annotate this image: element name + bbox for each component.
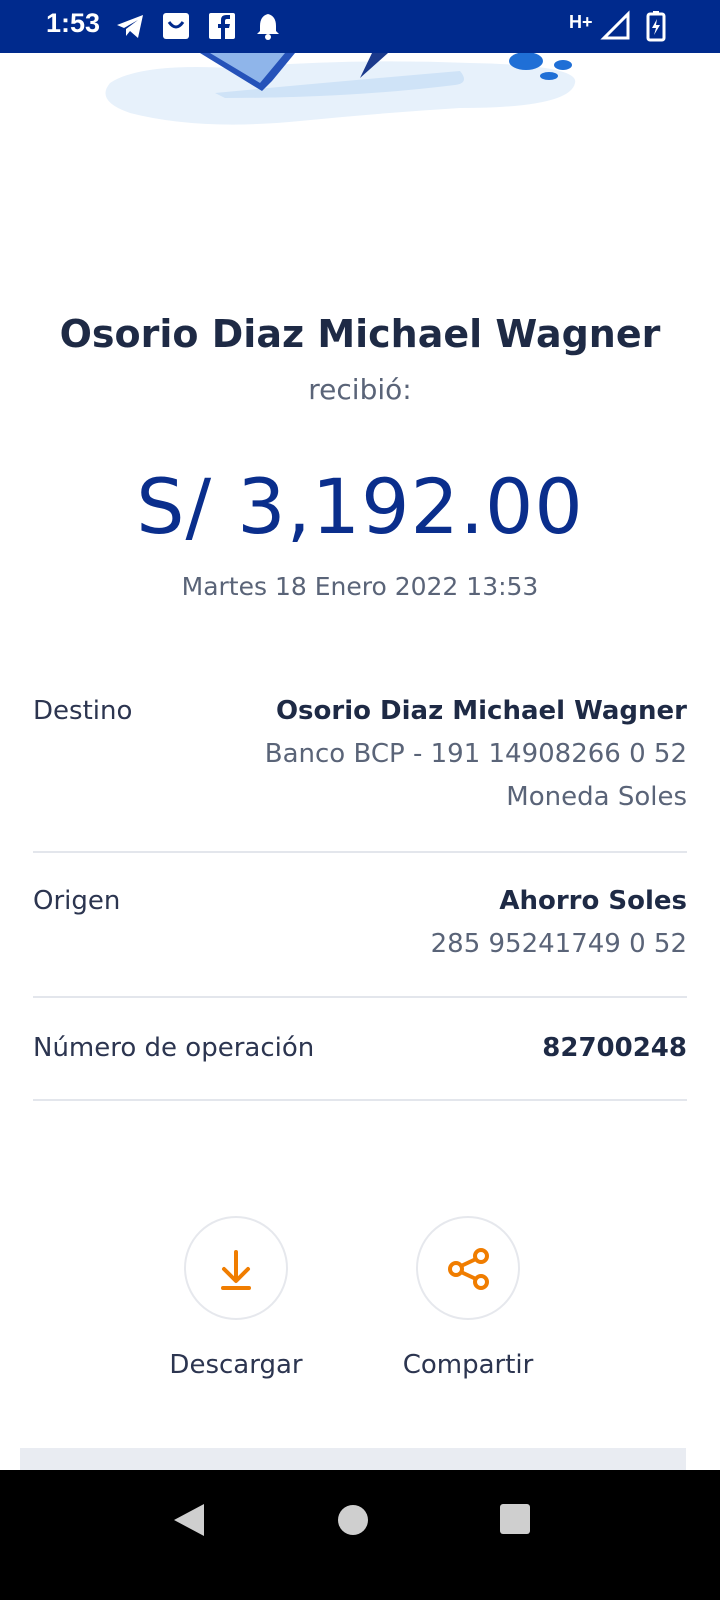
signal-icon — [600, 10, 630, 40]
divider — [33, 1099, 687, 1101]
shopping-bag-icon — [163, 13, 189, 39]
origin-label: Origen — [33, 886, 121, 916]
transfer-illustration — [105, 53, 576, 125]
notification-bell-icon — [257, 14, 279, 40]
destination-label: Destino — [33, 696, 133, 726]
status-bar: 1:53 H+ — [0, 0, 720, 53]
origin-account-number: 285 95241749 0 52 — [430, 929, 687, 959]
origin-account-type: Ahorro Soles — [499, 886, 687, 916]
transfer-date: Martes 18 Enero 2022 13:53 — [181, 572, 539, 601]
share-label[interactable]: Compartir — [368, 1350, 568, 1380]
recent-apps-button[interactable] — [498, 1502, 532, 1536]
home-button[interactable] — [335, 1502, 371, 1538]
destination-currency: Moneda Soles — [506, 782, 687, 812]
status-time: 1:53 — [46, 8, 101, 38]
operation-number: 82700248 — [542, 1033, 687, 1063]
download-button[interactable] — [184, 1216, 288, 1320]
battery-charging-icon — [646, 11, 666, 42]
destination-bank-account: Banco BCP - 191 14908266 0 52 — [264, 739, 687, 769]
facebook-icon — [209, 13, 235, 39]
received-label: recibió: — [308, 373, 412, 406]
transfer-amount: S/ 3,192.00 — [136, 462, 584, 551]
telegram-icon — [117, 15, 143, 38]
receipt-screen: 1:53 H+ Osorio Diaz Michael Wagner recib… — [0, 0, 720, 1600]
divider — [33, 996, 687, 998]
destination-name: Osorio Diaz Michael Wagner — [275, 696, 687, 726]
share-button[interactable] — [416, 1216, 520, 1320]
network-type-label: H+ — [569, 12, 593, 32]
back-button[interactable] — [168, 1500, 208, 1540]
operation-number-label: Número de operación — [33, 1033, 315, 1063]
download-label[interactable]: Descargar — [136, 1350, 336, 1380]
navigation-bar — [0, 1470, 720, 1600]
recipient-name: Osorio Diaz Michael Wagner — [59, 312, 661, 356]
divider — [33, 851, 687, 853]
download-icon — [221, 1250, 251, 1290]
share-icon — [448, 1248, 489, 1290]
